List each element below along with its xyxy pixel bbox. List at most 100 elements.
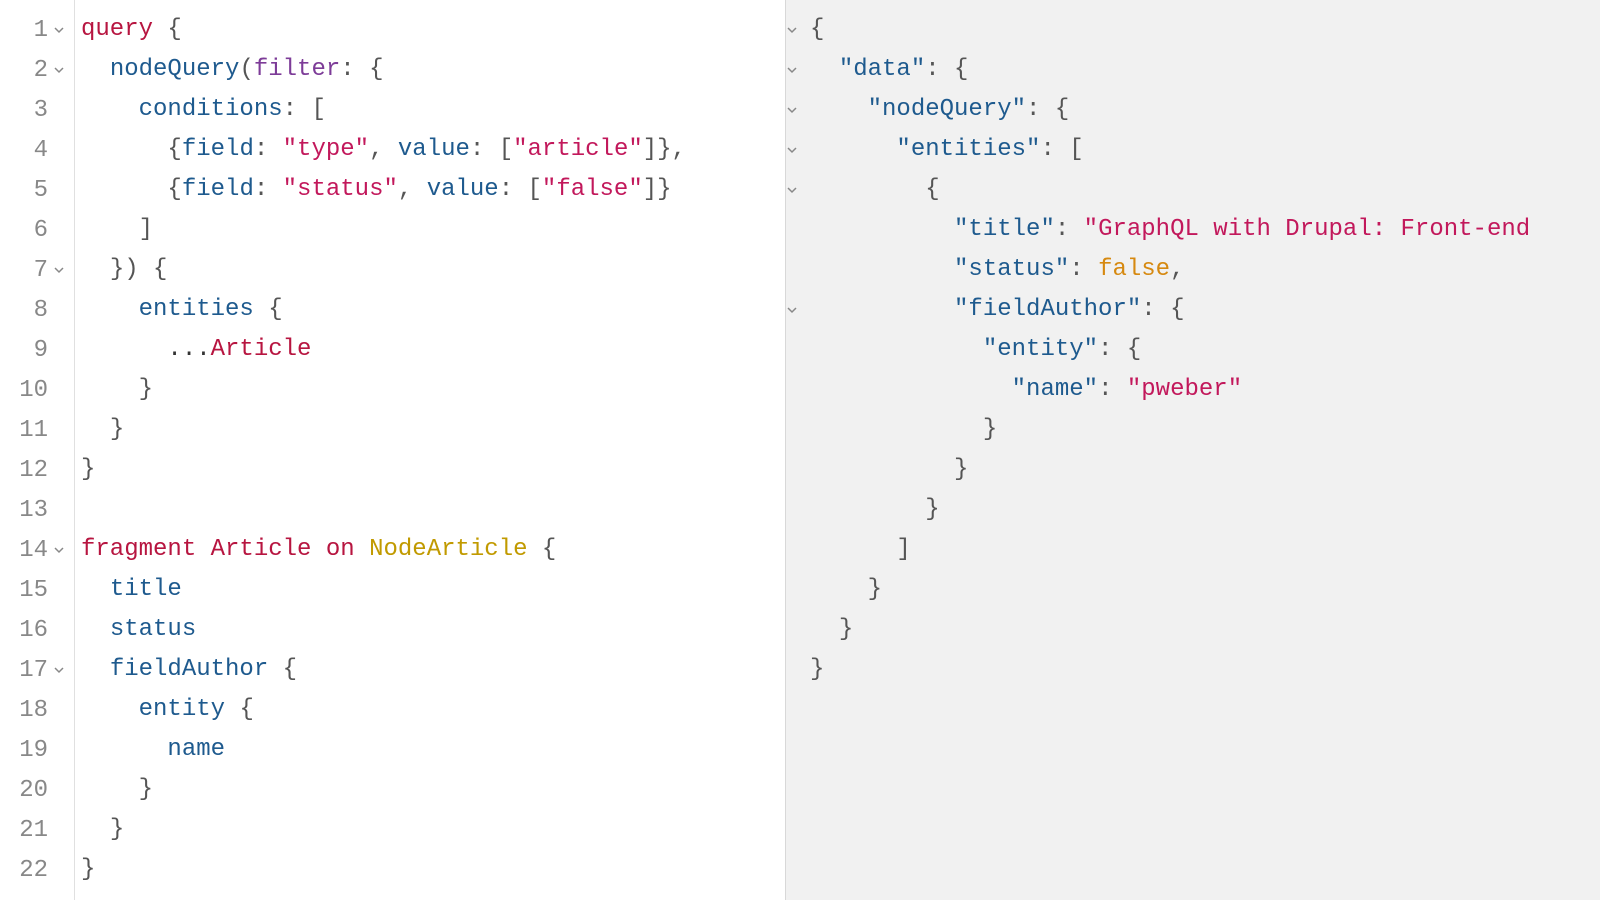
code-line[interactable]: title (81, 570, 785, 610)
token-punct: ]}, (643, 130, 686, 170)
token-prop: "fieldAuthor" (954, 290, 1141, 330)
code-line[interactable]: status (81, 610, 785, 650)
token-plain (81, 210, 139, 250)
code-line[interactable]: ...Article (81, 330, 785, 370)
fold-arrow-icon[interactable] (786, 303, 798, 317)
token-punct: ] (139, 210, 153, 250)
graphiql-container: 12345678910111213141516171819202122 quer… (0, 0, 1600, 900)
code-line[interactable]: nodeQuery(filter: { (81, 50, 785, 90)
code-line[interactable]: fieldAuthor { (81, 650, 785, 690)
token-plain (81, 170, 167, 210)
gutter-line: 11 (0, 410, 66, 450)
fold-arrow-icon[interactable] (52, 263, 66, 277)
token-plain (810, 90, 868, 130)
query-editor-code[interactable]: query { nodeQuery(filter: { conditions: … (75, 0, 785, 900)
token-punct: } (110, 810, 124, 850)
code-line[interactable]: ] (81, 210, 785, 250)
token-punct: } (839, 610, 853, 650)
query-editor-pane: 12345678910111213141516171819202122 quer… (0, 0, 786, 900)
gutter-line: 17 (0, 650, 66, 690)
code-line[interactable]: query { (81, 10, 785, 50)
fold-arrow-icon[interactable] (786, 63, 798, 77)
fold-arrow-icon[interactable] (786, 103, 798, 117)
code-line[interactable]: entity { (81, 690, 785, 730)
token-punct: { (167, 170, 181, 210)
code-line[interactable]: fragment Article on NodeArticle { (81, 530, 785, 570)
code-line[interactable]: } (81, 450, 785, 490)
fold-arrow-icon (786, 423, 798, 437)
token-plain (810, 130, 896, 170)
token-plain: ... (81, 330, 211, 370)
token-attr: value (427, 170, 499, 210)
token-plain (81, 610, 110, 650)
fold-arrow-icon[interactable] (52, 23, 66, 37)
token-plain (810, 610, 839, 650)
token-plain (225, 690, 239, 730)
code-line[interactable] (81, 490, 785, 530)
gutter-line (786, 10, 798, 50)
gutter-line: 8 (0, 290, 66, 330)
token-plain (153, 10, 167, 50)
code-line[interactable]: }) { (81, 250, 785, 290)
token-punct: , (398, 170, 427, 210)
code-line[interactable]: name (81, 730, 785, 770)
code-line[interactable]: conditions: [ (81, 90, 785, 130)
fold-arrow-icon (786, 583, 798, 597)
token-plain (810, 450, 954, 490)
token-keyword: on (326, 530, 355, 570)
fold-arrow-icon[interactable] (52, 543, 66, 557)
gutter-line: 5 (0, 170, 66, 210)
token-attr: field (182, 130, 254, 170)
token-punct: : [ (499, 170, 542, 210)
fold-arrow-icon[interactable] (786, 23, 798, 37)
fold-arrow-icon[interactable] (786, 143, 798, 157)
token-punct: ]} (643, 170, 672, 210)
gutter-line (786, 530, 798, 570)
code-line[interactable]: } (81, 850, 785, 890)
token-plain (81, 90, 139, 130)
token-prop: "title" (954, 210, 1055, 250)
line-number: 13 (12, 497, 48, 524)
token-prop: title (110, 570, 182, 610)
code-line: } (810, 610, 1600, 650)
token-plain (81, 50, 110, 90)
code-line[interactable]: entities { (81, 290, 785, 330)
token-prop: nodeQuery (110, 50, 240, 90)
fold-arrow-icon[interactable] (52, 63, 66, 77)
line-number: 5 (12, 177, 48, 204)
token-plain (81, 130, 167, 170)
fold-arrow-icon (52, 343, 66, 357)
code-line[interactable]: } (81, 410, 785, 450)
result-viewer-pane: { "data": { "nodeQuery": { "entities": [… (786, 0, 1600, 900)
gutter-line (786, 250, 798, 290)
gutter-line: 19 (0, 730, 66, 770)
gutter-line: 16 (0, 610, 66, 650)
gutter-line: 7 (0, 250, 66, 290)
code-line[interactable]: } (81, 810, 785, 850)
token-plain (810, 50, 839, 90)
fold-arrow-icon[interactable] (786, 183, 798, 197)
token-plain (528, 530, 542, 570)
token-plain (810, 170, 925, 210)
fold-arrow-icon[interactable] (52, 663, 66, 677)
gutter-line (786, 210, 798, 250)
fold-arrow-icon (786, 263, 798, 277)
token-prop: fieldAuthor (110, 650, 268, 690)
token-punct: , (369, 130, 398, 170)
token-punct: { (542, 530, 556, 570)
token-plain (81, 370, 139, 410)
line-number: 18 (12, 697, 48, 724)
code-line: "title": "GraphQL with Drupal: Front-end (810, 210, 1600, 250)
code-line[interactable]: {field: "type", value: ["article"]}, (81, 130, 785, 170)
token-punct: } (110, 410, 124, 450)
fold-arrow-icon (52, 583, 66, 597)
code-line: "nodeQuery": { (810, 90, 1600, 130)
code-line[interactable]: } (81, 370, 785, 410)
fold-arrow-icon (786, 343, 798, 357)
gutter-line: 18 (0, 690, 66, 730)
code-line[interactable]: } (81, 770, 785, 810)
query-editor-gutter: 12345678910111213141516171819202122 (0, 0, 75, 900)
token-prop: entities (139, 290, 254, 330)
line-number: 8 (12, 297, 48, 324)
code-line[interactable]: {field: "status", value: ["false"]} (81, 170, 785, 210)
